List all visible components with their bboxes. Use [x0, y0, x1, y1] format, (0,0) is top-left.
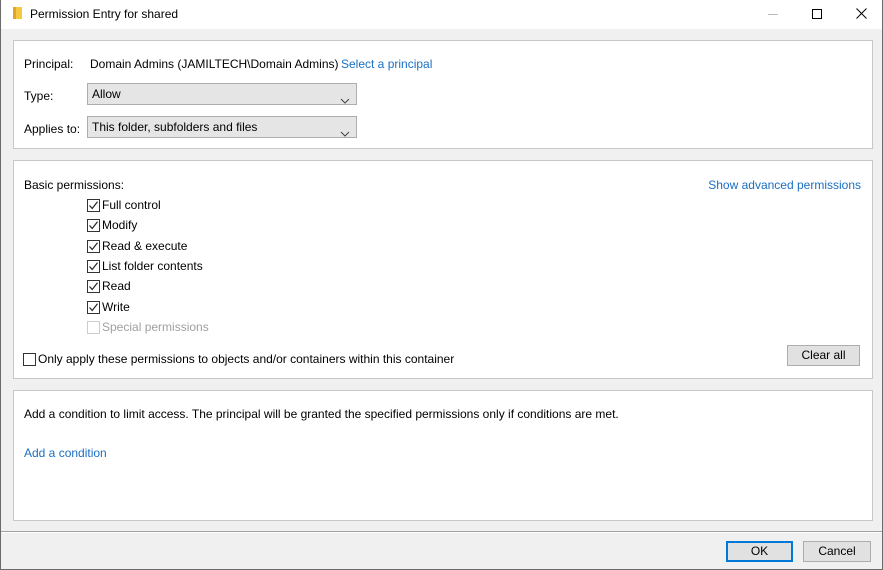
minimize-icon: [768, 8, 778, 22]
condition-group: Add a condition to limit access. The pri…: [13, 390, 873, 521]
permission-checkbox[interactable]: [87, 260, 100, 273]
close-button[interactable]: [838, 0, 883, 29]
show-advanced-permissions-link[interactable]: Show advanced permissions: [708, 178, 861, 192]
permission-label: Read: [102, 279, 131, 293]
applies-to-label: Applies to:: [24, 122, 81, 136]
folder-icon: [13, 7, 22, 19]
type-select-value: Allow: [92, 87, 121, 101]
basic-permissions-heading: Basic permissions:: [24, 178, 125, 192]
applies-to-select[interactable]: This folder, subfolders and files: [87, 116, 357, 138]
checkmark-icon: [89, 242, 98, 251]
ok-button[interactable]: OK: [726, 541, 793, 562]
clear-all-button[interactable]: Clear all: [787, 345, 860, 366]
add-condition-link[interactable]: Add a condition: [24, 446, 107, 460]
maximize-button[interactable]: [794, 0, 840, 29]
permission-checkbox[interactable]: [87, 199, 100, 212]
checkmark-icon: [89, 221, 98, 230]
minimize-button[interactable]: [750, 0, 796, 29]
checkmark-icon: [89, 262, 98, 271]
type-select[interactable]: Allow: [87, 83, 357, 105]
permission-checkbox[interactable]: [87, 280, 100, 293]
type-label: Type:: [24, 89, 54, 103]
principal-group: Principal: Domain Admins (JAMILTECH\Doma…: [13, 40, 873, 149]
permission-checkbox[interactable]: [87, 240, 100, 253]
cancel-button[interactable]: Cancel: [803, 541, 871, 562]
close-icon: [855, 7, 867, 22]
window-title: Permission Entry for shared: [30, 7, 179, 21]
permission-label: Read & execute: [102, 239, 188, 253]
chevron-down-icon: [340, 90, 350, 110]
permission-label: Special permissions: [102, 320, 209, 334]
checkmark-icon: [89, 282, 98, 291]
applies-to-select-value: This folder, subfolders and files: [92, 120, 258, 134]
select-principal-link[interactable]: Select a principal: [341, 57, 432, 71]
only-apply-label: Only apply these permissions to objects …: [38, 352, 455, 366]
only-apply-checkbox[interactable]: [23, 353, 36, 366]
checkmark-icon: [89, 303, 98, 312]
condition-description: Add a condition to limit access. The pri…: [24, 407, 619, 421]
permission-checkbox[interactable]: [87, 219, 100, 232]
title-bar: Permission Entry for shared: [1, 0, 882, 29]
permissions-group: Basic permissions: Show advanced permiss…: [13, 160, 873, 379]
permission-label: Write: [102, 300, 130, 314]
permission-label: List folder contents: [102, 259, 203, 273]
permission-label: Full control: [102, 198, 161, 212]
footer-divider: [1, 531, 882, 533]
chevron-down-icon: [340, 123, 350, 143]
permission-checkbox: [87, 321, 100, 334]
principal-value: Domain Admins (JAMILTECH\Domain Admins): [90, 57, 339, 71]
checkmark-icon: [89, 201, 98, 210]
permission-checkbox[interactable]: [87, 301, 100, 314]
maximize-icon: [812, 8, 822, 22]
principal-label: Principal:: [24, 57, 74, 71]
permission-entry-dialog: Permission Entry for shared Principal: D…: [0, 0, 883, 570]
permission-label: Modify: [102, 218, 138, 232]
